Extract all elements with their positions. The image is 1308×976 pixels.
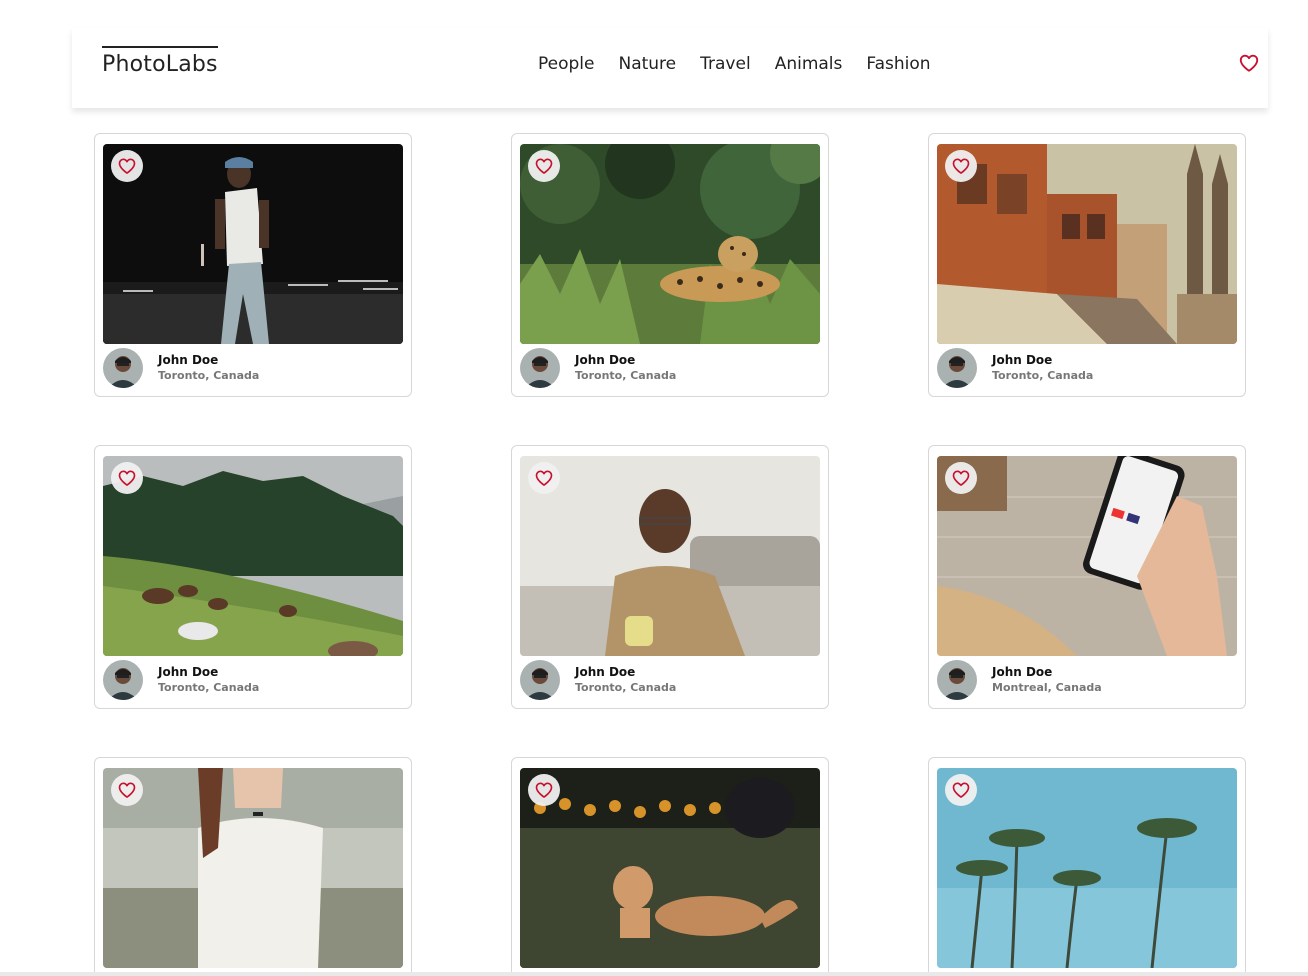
photo-user-details: John Doe Toronto, Canada (937, 348, 1237, 388)
favorites-heart-icon[interactable] (1238, 52, 1260, 74)
photo-card: John Doe Toronto, Canada (511, 445, 829, 709)
photo-card (928, 757, 1246, 976)
user-location: Montreal, Canada (992, 681, 1102, 694)
user-name: John Doe (158, 665, 219, 679)
page-bottom-divider (0, 972, 1308, 976)
user-location: Toronto, Canada (158, 681, 260, 694)
favorite-heart-icon[interactable] (945, 150, 977, 182)
favorite-heart-icon[interactable] (945, 774, 977, 806)
photo-image[interactable] (520, 768, 820, 968)
topic-list: People Nature Travel Animals Fashion (538, 54, 931, 74)
topic-people[interactable]: People (538, 54, 594, 74)
user-avatar (103, 660, 143, 700)
topic-animals[interactable]: Animals (775, 54, 843, 74)
favorite-heart-icon[interactable] (111, 150, 143, 182)
user-name: John Doe (158, 353, 219, 367)
app-logo[interactable]: PhotoLabs (102, 46, 218, 77)
photo-card: John Doe Toronto, Canada (511, 133, 829, 397)
user-name: John Doe (992, 665, 1053, 679)
photo-user-details: John Doe Montreal, Canada (937, 660, 1237, 700)
favorite-heart-icon[interactable] (528, 150, 560, 182)
topic-fashion[interactable]: Fashion (866, 54, 930, 74)
photo-grid: John Doe Toronto, Canada John Doe Toront… (94, 133, 1246, 976)
favorite-heart-icon[interactable] (528, 462, 560, 494)
user-location: Toronto, Canada (992, 369, 1094, 382)
photo-card: John Doe Toronto, Canada (928, 133, 1246, 397)
photo-image[interactable] (937, 768, 1237, 968)
photo-card (94, 757, 412, 976)
user-name: John Doe (575, 353, 636, 367)
photo-image[interactable] (103, 456, 403, 656)
favorite-heart-icon[interactable] (945, 462, 977, 494)
photolabs-page: PhotoLabs People Nature Travel Animals F… (0, 0, 1308, 976)
photo-image[interactable] (937, 144, 1237, 344)
photo-image[interactable] (520, 456, 820, 656)
photo-card: John Doe Toronto, Canada (94, 445, 412, 709)
photo-image[interactable] (103, 144, 403, 344)
photo-user-details: John Doe Toronto, Canada (520, 660, 820, 700)
photo-image[interactable] (520, 144, 820, 344)
user-name: John Doe (992, 353, 1053, 367)
topic-nature[interactable]: Nature (618, 54, 676, 74)
user-avatar (520, 660, 560, 700)
photo-card: John Doe Montreal, Canada (928, 445, 1246, 709)
photo-image[interactable] (937, 456, 1237, 656)
user-location: Toronto, Canada (575, 369, 677, 382)
favorite-heart-icon[interactable] (111, 774, 143, 806)
user-avatar (520, 348, 560, 388)
favorite-heart-icon[interactable] (528, 774, 560, 806)
photo-user-details: John Doe Toronto, Canada (103, 348, 403, 388)
user-avatar (103, 348, 143, 388)
user-name: John Doe (575, 665, 636, 679)
photo-card (511, 757, 829, 976)
user-avatar (937, 348, 977, 388)
top-navigation-bar: PhotoLabs People Nature Travel Animals F… (72, 28, 1268, 108)
photo-card: John Doe Toronto, Canada (94, 133, 412, 397)
favorite-heart-icon[interactable] (111, 462, 143, 494)
user-avatar (937, 660, 977, 700)
photo-user-details: John Doe Toronto, Canada (520, 348, 820, 388)
topic-travel[interactable]: Travel (700, 54, 751, 74)
photo-user-details: John Doe Toronto, Canada (103, 660, 403, 700)
user-location: Toronto, Canada (158, 369, 260, 382)
photo-image[interactable] (103, 768, 403, 968)
user-location: Toronto, Canada (575, 681, 677, 694)
